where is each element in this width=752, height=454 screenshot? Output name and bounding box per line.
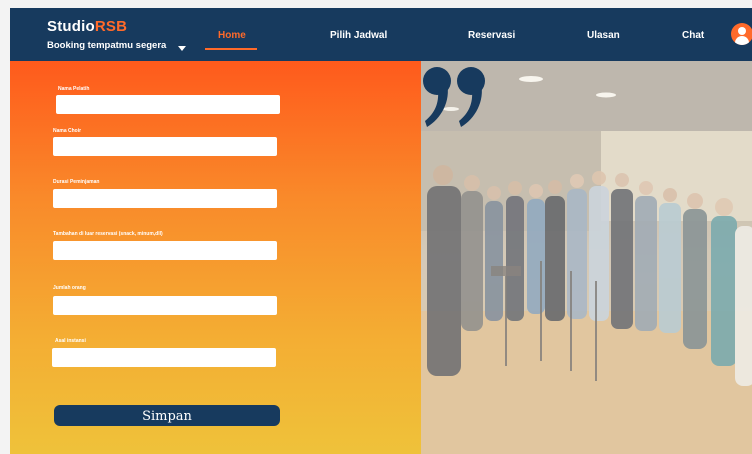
brand-name-main: Studio [47, 18, 95, 35]
nav-active-indicator [205, 48, 257, 50]
save-button[interactable]: Simpan [54, 405, 280, 426]
top-navbar: StudioRSB Booking tempatmu segera Home P… [10, 8, 752, 61]
quote-icon [423, 67, 485, 127]
nav-chat[interactable]: Chat [682, 30, 704, 41]
field-label-tambahan: Tambahan di luar reservasi (snack, minum… [53, 231, 163, 237]
brand-tagline: Booking tempatmu segera [47, 40, 167, 51]
choir-photo [421, 61, 752, 454]
reservation-form: Nama Pelatih Nama Choir Durasi Peminjama… [10, 61, 421, 454]
nav-home[interactable]: Home [218, 30, 246, 41]
field-label-nama-pelatih: Nama Pelatih [58, 86, 90, 92]
field-label-durasi: Durasi Peminjaman [53, 179, 100, 185]
nav-ulasan[interactable]: Ulasan [587, 30, 620, 41]
brand-name-accent: RSB [94, 18, 128, 35]
field-label-nama-choir: Nama Choir [53, 128, 82, 134]
user-avatar-icon[interactable] [731, 23, 752, 45]
tambahan-input[interactable] [53, 241, 277, 260]
brand[interactable]: StudioRSB Booking tempatmu segera [47, 18, 166, 51]
asal-instansi-input[interactable] [52, 348, 276, 367]
nama-pelatih-input[interactable] [56, 95, 280, 114]
nav-reservasi[interactable]: Reservasi [468, 30, 515, 41]
caret-down-icon[interactable] [178, 46, 186, 51]
brand-logo[interactable]: StudioRSB [47, 18, 166, 35]
nama-choir-input[interactable] [53, 137, 277, 156]
durasi-peminjaman-input[interactable] [53, 189, 277, 208]
jumlah-orang-input[interactable] [53, 296, 277, 315]
field-label-asal-instansi: Asal instansi [55, 338, 86, 344]
nav-pilih-jadwal[interactable]: Pilih Jadwal [330, 30, 387, 41]
field-label-jumlah-orang: Jumlah orang [53, 285, 86, 291]
